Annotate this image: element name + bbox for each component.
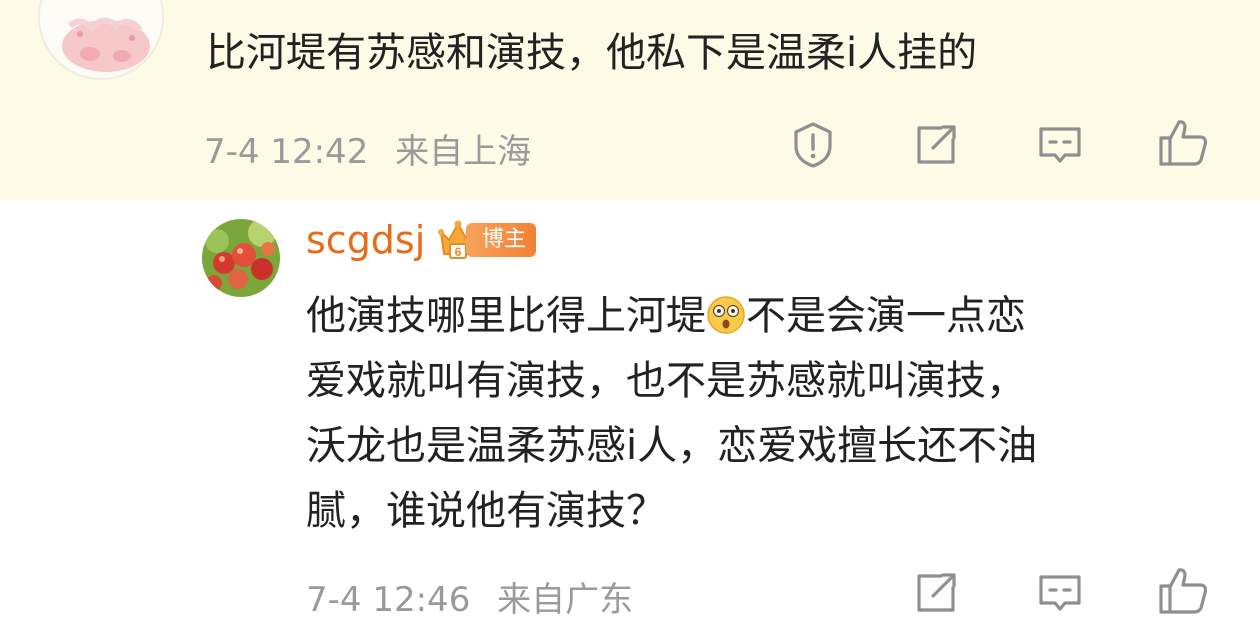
comment-thread: 比河堤有苏感和演技，他私下是温柔i人挂的 7-4 12:42 来自上海 scgd… xyxy=(0,0,1260,644)
comment-location: 来自上海 xyxy=(395,132,532,172)
report-button[interactable] xyxy=(786,118,840,172)
svg-text:6: 6 xyxy=(455,245,462,259)
comment-time: 7-4 12:42 xyxy=(204,132,369,172)
reply-line-3: 沃龙也是温柔苏感i人，恋爱戏擅长还不油 xyxy=(306,423,1038,469)
reply-line-2: 爱戏就叫有演技，也不是苏感就叫演技， xyxy=(306,358,1026,404)
comment-bubble-icon xyxy=(1039,575,1081,611)
share-button[interactable] xyxy=(909,118,963,172)
like-button[interactable] xyxy=(1157,116,1211,170)
reply-text: 他演技哪里比得上河堤 不是会演一点恋 爱戏就叫有演技，也不是苏感就叫演技， 沃龙也… xyxy=(306,284,1206,544)
reply-username[interactable]: scgdsj xyxy=(306,218,425,262)
badge-label: 博主 xyxy=(466,223,537,257)
top-comment-meta: 7-4 12:42 来自上海 xyxy=(204,124,547,173)
pig-avatar-icon xyxy=(43,0,162,78)
share-square-icon xyxy=(917,573,956,612)
comment-bubble-icon xyxy=(1039,127,1081,163)
avatar[interactable] xyxy=(38,0,164,80)
reply-meta: 7-4 12:46 来自广东 xyxy=(306,572,649,621)
reply-location: 来自广东 xyxy=(497,580,634,620)
like-button[interactable] xyxy=(1157,564,1211,618)
apple-tree-avatar-icon xyxy=(202,219,280,297)
flushed-face-emoji-icon xyxy=(707,296,745,334)
comment-button[interactable] xyxy=(1033,566,1087,620)
blogger-badge: 6 博主 xyxy=(438,218,537,262)
share-button[interactable] xyxy=(909,566,963,620)
avatar[interactable] xyxy=(202,219,280,297)
reply-time: 7-4 12:46 xyxy=(306,580,471,620)
reply-line-4: 腻，谁说他有演技？ xyxy=(306,488,666,534)
top-comment-text: 比河堤有苏感和演技，他私下是温柔i人挂的 xyxy=(206,30,978,76)
top-comment-card: 比河堤有苏感和演技，他私下是温柔i人挂的 7-4 12:42 来自上海 xyxy=(0,0,1260,200)
thumbs-up-icon xyxy=(1159,568,1208,614)
exclamation-shield-icon xyxy=(794,122,832,168)
comment-button[interactable] xyxy=(1033,118,1087,172)
share-square-icon xyxy=(917,125,956,164)
reply-line-1: 他演技哪里比得上河堤 不是会演一点恋 xyxy=(306,293,1026,339)
thumbs-up-icon xyxy=(1159,120,1208,166)
